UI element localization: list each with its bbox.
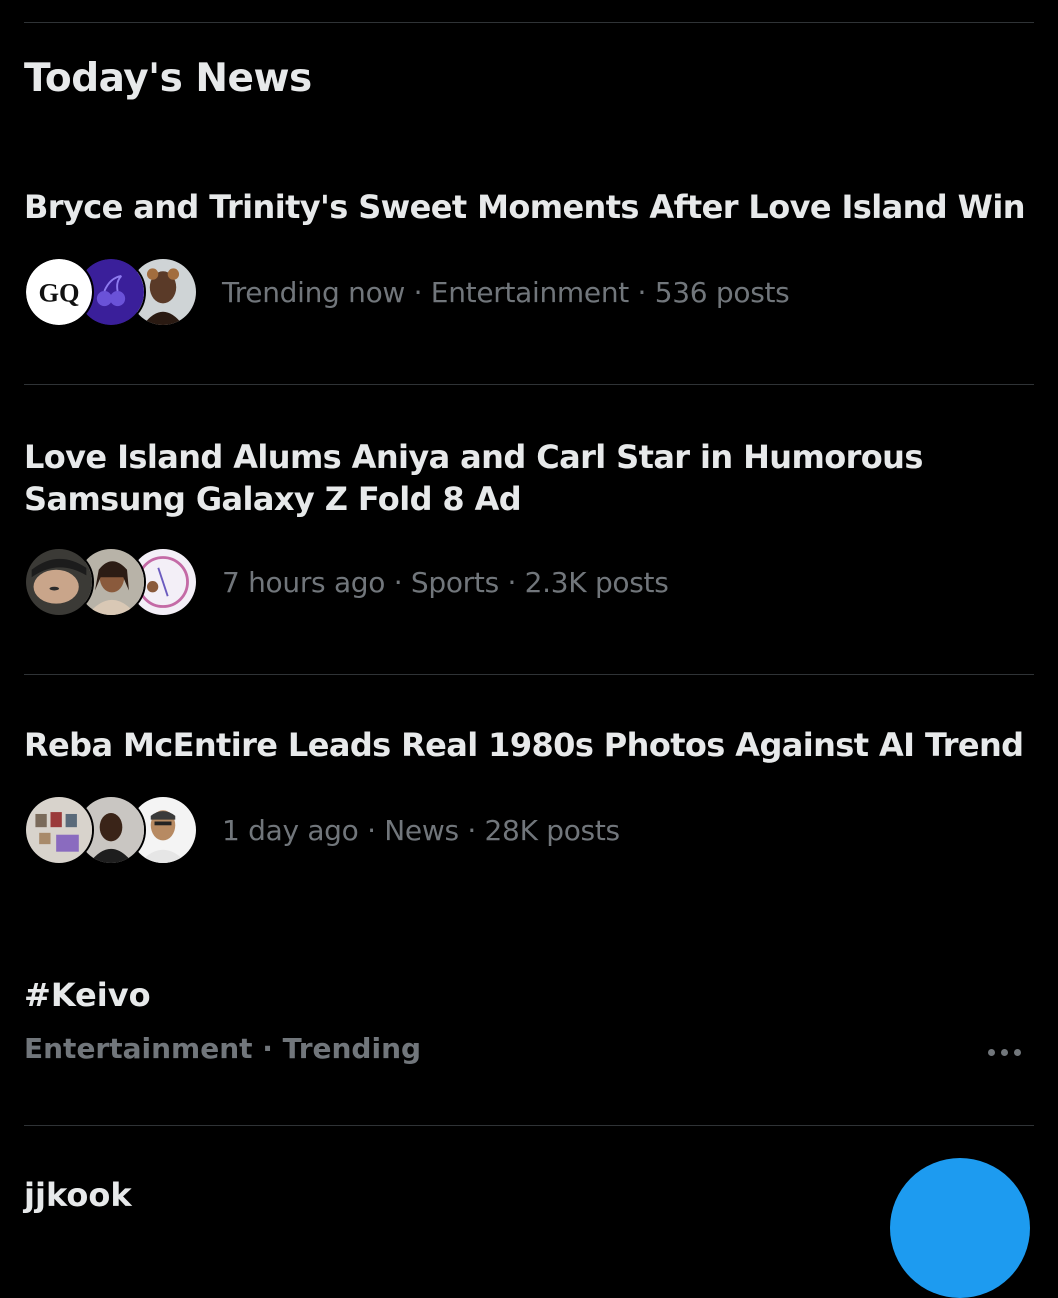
more-icon (987, 1048, 995, 1056)
news-item[interactable]: Bryce and Trinity's Sweet Moments After … (24, 186, 1034, 346)
gq-logo-avatar: GQ (24, 257, 94, 327)
news-headline: Bryce and Trinity's Sweet Moments After … (24, 188, 1026, 226)
avatar-stack: GQ (24, 256, 200, 328)
news-meta-row: 1 day ago · News · 28K posts (24, 794, 620, 866)
svg-text:GQ: GQ (38, 277, 79, 307)
divider (24, 384, 1034, 385)
avatar-stack (24, 546, 200, 618)
news-meta-row: 7 hours ago · Sports · 2.3K posts (24, 546, 669, 618)
avatar-stack (24, 794, 200, 866)
news-headline: Reba McEntire Leads Real 1980s Photos Ag… (24, 726, 1024, 764)
next-item-partial[interactable]: jjkook (24, 1176, 132, 1214)
more-icon-dot (1013, 1048, 1021, 1056)
trend-item[interactable]: #Keivo Entertainment · Trending (24, 976, 1034, 1096)
news-meta: 7 hours ago · Sports · 2.3K posts (222, 565, 669, 599)
news-item[interactable]: Reba McEntire Leads Real 1980s Photos Ag… (24, 724, 1034, 904)
compose-post-button[interactable] (890, 1158, 1030, 1298)
news-headline: Love Island Alums Aniya and Carl Star in… (24, 438, 923, 518)
section-title: Today's News (24, 56, 312, 101)
divider (24, 1125, 1034, 1126)
trend-hashtag: #Keivo (24, 976, 151, 1014)
news-meta: 1 day ago · News · 28K posts (222, 813, 620, 847)
photo-wall-avatar (24, 795, 94, 865)
divider (24, 674, 1034, 675)
more-options-button[interactable] (974, 1034, 1034, 1070)
top-divider (24, 22, 1034, 23)
news-item[interactable]: Love Island Alums Aniya and Carl Star in… (24, 436, 1034, 636)
more-icon-dot (1000, 1048, 1008, 1056)
trend-meta: Entertainment · Trending (24, 1032, 422, 1065)
person-avatar (24, 547, 94, 617)
news-meta-row: GQ Trending now · Entertainment · 536 po… (24, 256, 790, 328)
news-meta: Trending now · Entertainment · 536 posts (222, 275, 790, 309)
